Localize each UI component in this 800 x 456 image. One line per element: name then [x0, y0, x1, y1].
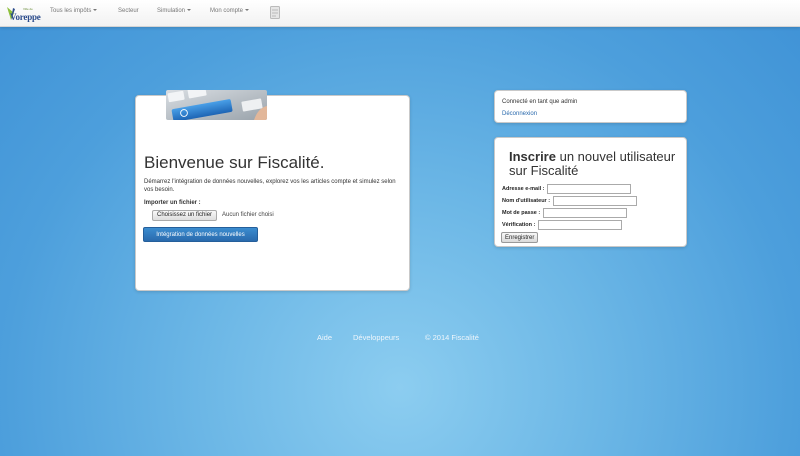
- nav-secteur[interactable]: Secteur: [118, 8, 139, 14]
- footer-help-link[interactable]: Aide: [317, 333, 332, 342]
- nav-label: Tous les impôts: [50, 8, 92, 14]
- register-submit-button[interactable]: Enregistrer: [501, 232, 539, 243]
- brand-tagline: Ville de: [23, 7, 33, 11]
- nav-label: Secteur: [118, 8, 139, 14]
- nav-tous-les-impots[interactable]: Tous les impôts: [50, 8, 98, 14]
- register-title: Inscrire un nouvel utilisateur sur Fisca…: [509, 150, 679, 178]
- page-title: Bienvenue sur Fiscalité.: [144, 153, 325, 172]
- caret-down-icon: [187, 9, 192, 12]
- email-field[interactable]: [547, 184, 632, 194]
- register-title-bold: Inscrire: [509, 149, 556, 164]
- connected-status: Connecté en tant que admin: [502, 99, 578, 105]
- brand-name: Voreppe: [10, 12, 41, 22]
- password-label: Mot de passe :: [502, 210, 541, 216]
- top-navbar: Ville de Voreppe Tous les impôts Secteur…: [0, 0, 800, 27]
- nav-simulation[interactable]: Simulation: [157, 8, 192, 14]
- file-status: Aucun fichier choisi: [222, 212, 274, 218]
- intro-text: Démarrez l'intégration de données nouvel…: [144, 179, 396, 193]
- username-field[interactable]: [553, 196, 638, 206]
- caret-down-icon: [93, 9, 98, 12]
- welcome-panel: Bienvenue sur Fiscalité. Démarrez l'inté…: [135, 90, 410, 291]
- email-row: Adresse e-mail :: [502, 184, 632, 195]
- session-panel: Connecté en tant que admin Déconnexion: [494, 90, 687, 123]
- username-label: Nom d'utilisateur :: [502, 198, 551, 204]
- nav-mon-compte[interactable]: Mon compte: [210, 8, 250, 14]
- username-row: Nom d'utilisateur :: [502, 196, 638, 207]
- password-row: Mot de passe :: [502, 208, 628, 219]
- import-label: Importer un fichier :: [144, 200, 201, 206]
- footer-developers-link[interactable]: Développeurs: [353, 333, 399, 342]
- nav-label: Mon compte: [210, 8, 244, 14]
- email-label: Adresse e-mail :: [502, 186, 545, 192]
- verification-label: Vérification :: [502, 222, 536, 228]
- register-panel: Inscrire un nouvel utilisateur sur Fisca…: [494, 137, 687, 247]
- verification-field[interactable]: [538, 220, 623, 230]
- verification-row: Vérification :: [502, 220, 623, 231]
- keyboard-fiscalite-image: [166, 90, 267, 120]
- document-icon[interactable]: [270, 6, 280, 19]
- caret-down-icon: [245, 9, 250, 12]
- brand-logo[interactable]: Ville de Voreppe: [6, 5, 41, 22]
- choose-file-button[interactable]: Choisissez un fichier: [152, 210, 218, 221]
- nav-label: Simulation: [157, 8, 186, 14]
- password-field[interactable]: [543, 208, 628, 218]
- footer-copyright: © 2014 Fiscalité: [425, 333, 479, 342]
- logout-link[interactable]: Déconnexion: [502, 111, 537, 117]
- import-data-button[interactable]: Intégration de données nouvelles: [143, 227, 258, 242]
